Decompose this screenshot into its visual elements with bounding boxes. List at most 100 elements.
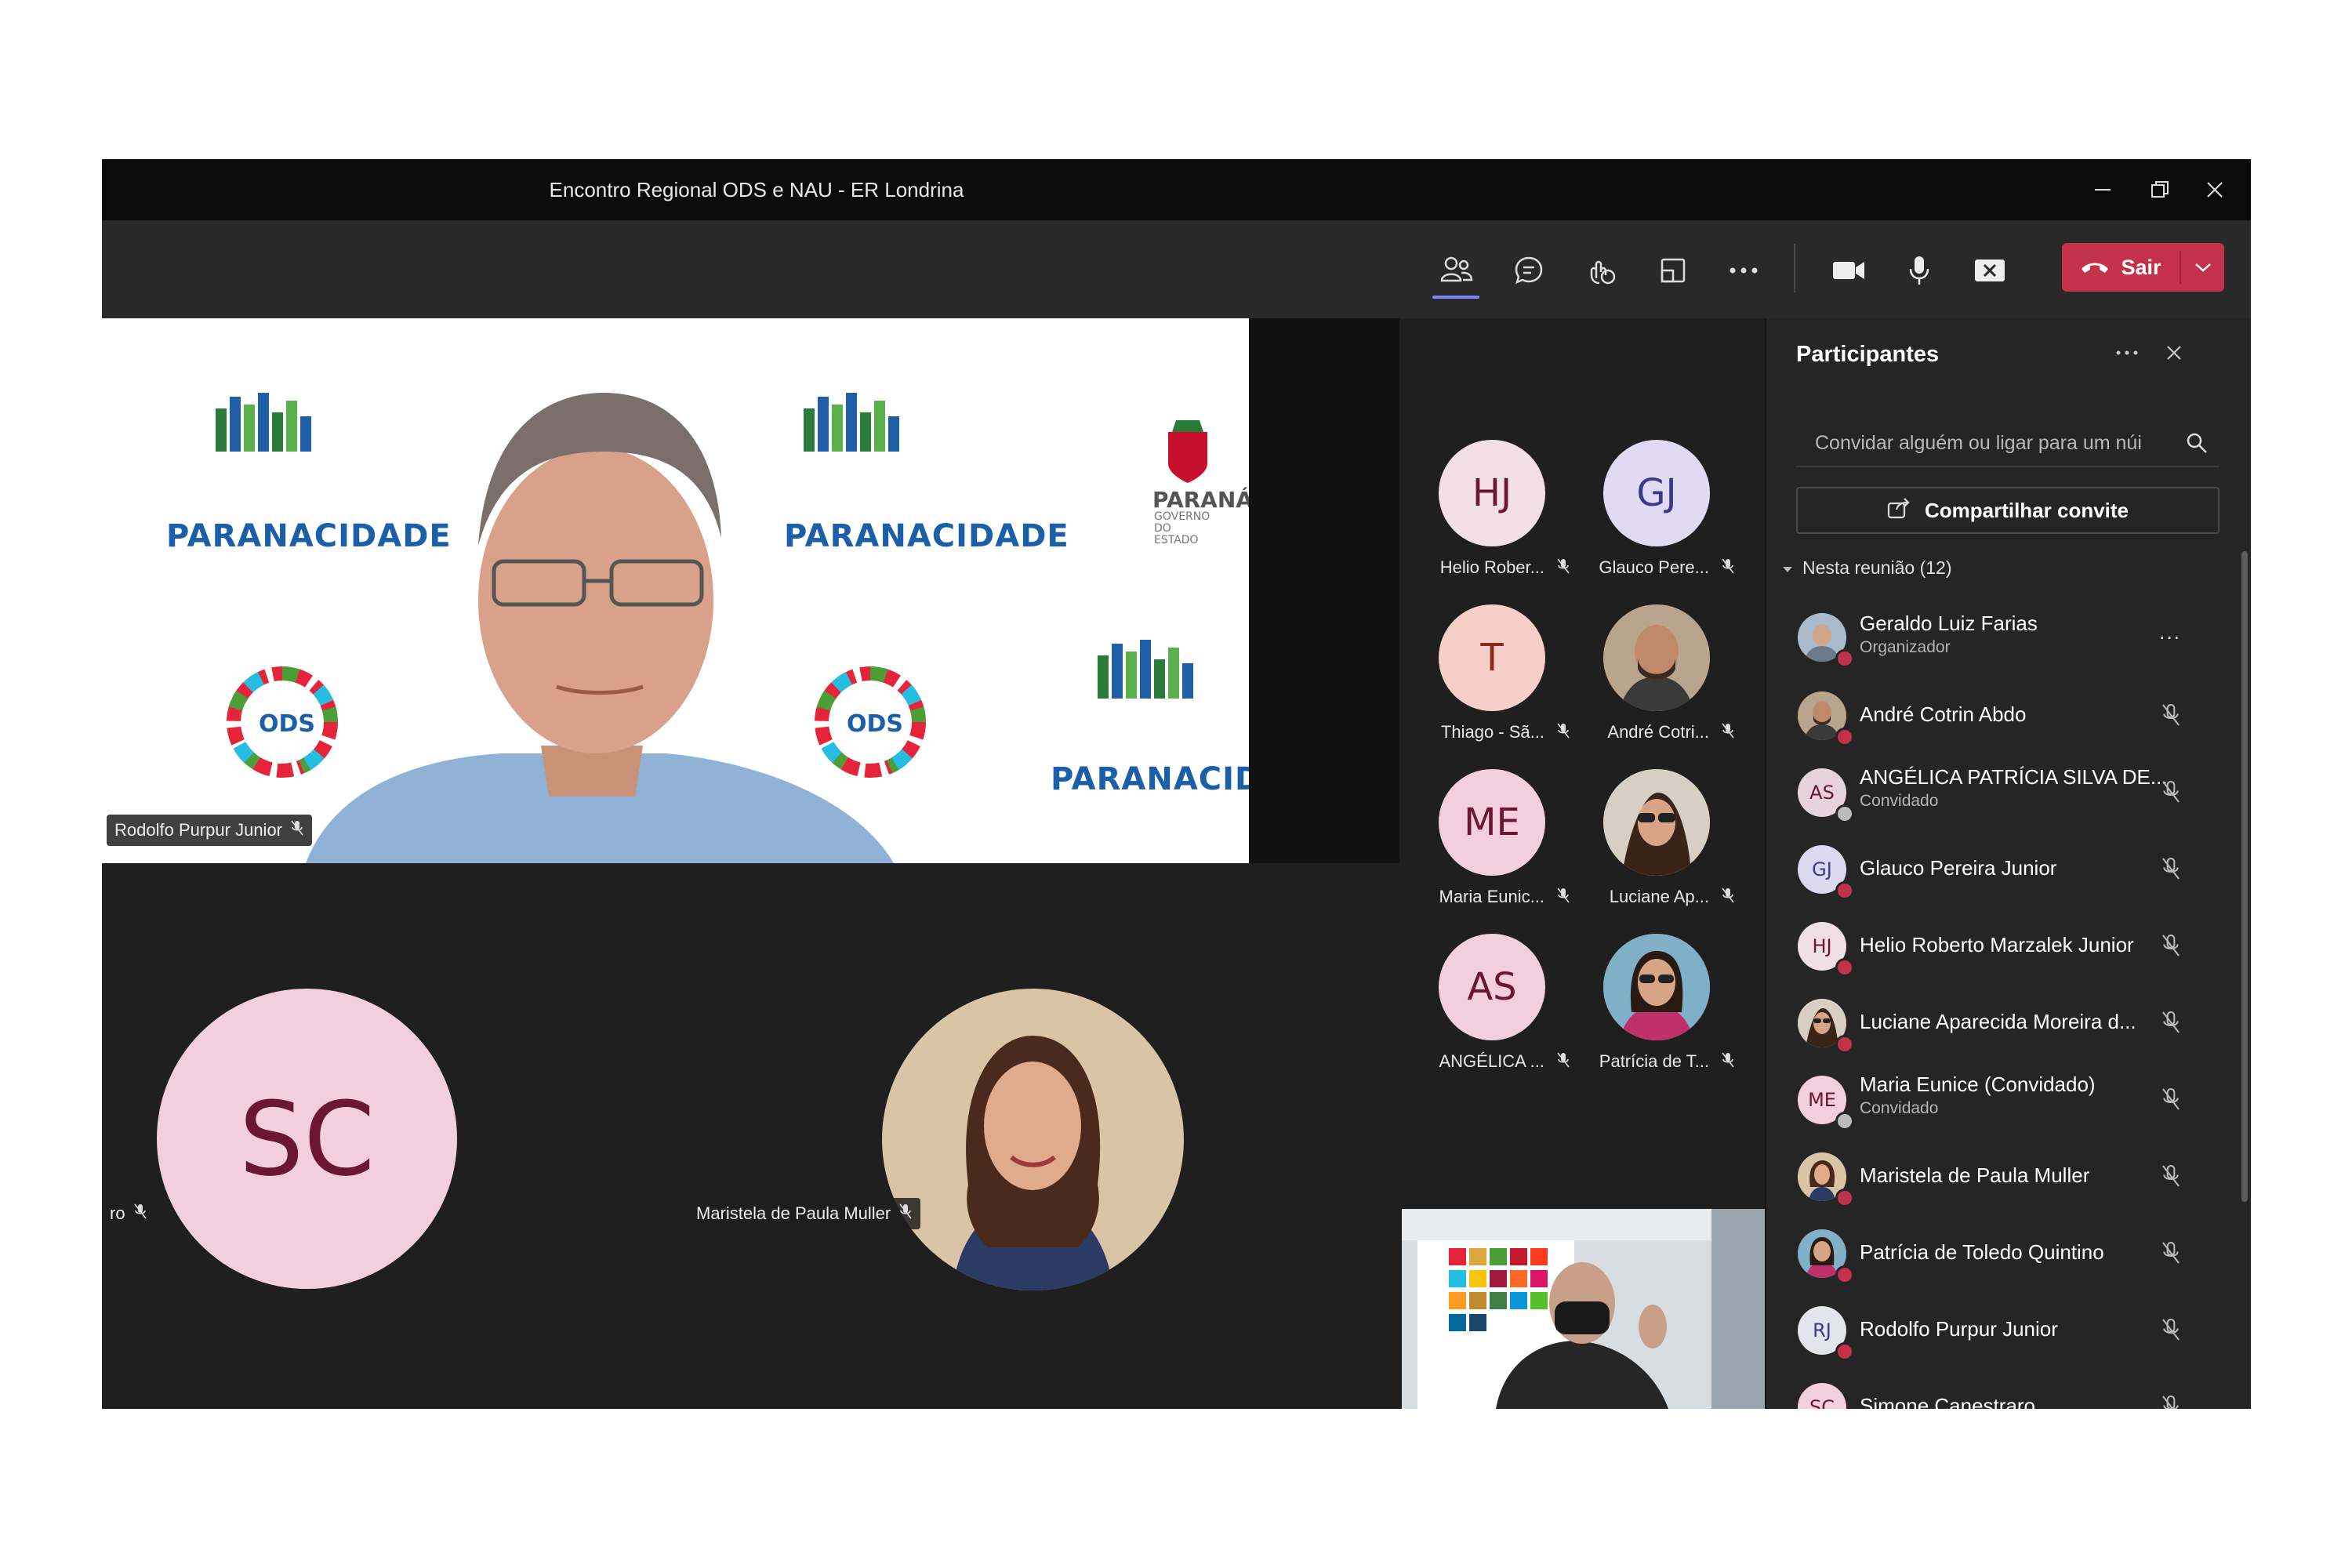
mic-off-icon[interactable] — [2161, 856, 2181, 885]
grid-tile[interactable]: AS ANGÉLICA ... — [1399, 934, 1580, 1098]
in-meeting-section-header[interactable]: Nesta reunião (12) — [1782, 557, 1952, 579]
mic-off-icon[interactable] — [2161, 1317, 2181, 1346]
paranacidade-logo-text-2: PARANACIDADE — [784, 518, 1069, 554]
minimize-icon[interactable] — [2083, 170, 2122, 209]
ods-label-1: ODS — [259, 710, 316, 738]
parana-coat-of-arms — [1168, 420, 1207, 483]
participant-list: Geraldo Luiz Farias Organizador ··· Andr… — [1766, 601, 2237, 1409]
participant-row[interactable]: SC Simone Canestraro — [1766, 1370, 2237, 1409]
grid-tile[interactable]: T Thiago - Sã... — [1399, 604, 1580, 769]
chevron-down-icon[interactable] — [2181, 243, 2224, 292]
participant-photo-maristela[interactable] — [882, 989, 1184, 1290]
share-screen-icon[interactable] — [1968, 249, 2012, 292]
participant-row[interactable]: AS ANGÉLICA PATRÍCIA SILVA DE... Convida… — [1766, 756, 2237, 831]
grid-avatar-photo — [1603, 604, 1710, 711]
layout-icon[interactable] — [1651, 249, 1695, 292]
status-dot — [1835, 881, 1854, 900]
title-bar: Encontro Regional ODS e NAU - ER Londrin… — [102, 159, 2251, 220]
participant-row[interactable]: Maristela de Paula Muller — [1766, 1140, 2237, 1215]
mic-off-icon[interactable] — [2161, 1394, 2181, 1409]
participant-row[interactable]: RJ Rodolfo Purpur Junior — [1766, 1294, 2237, 1369]
participant-name: Rodolfo Purpur Junior — [1860, 1317, 2058, 1341]
mic-off-icon[interactable] — [2161, 1163, 2181, 1192]
active-tab-indicator — [1432, 296, 1479, 299]
main-video-name: Rodolfo Purpur Junior — [114, 820, 283, 840]
avatar-initials: SC — [238, 1079, 376, 1199]
restore-icon[interactable] — [2140, 170, 2180, 209]
share-invite-button[interactable]: Compartilhar convite — [1796, 487, 2220, 534]
window-title: Encontro Regional ODS e NAU - ER Londrin… — [549, 178, 964, 201]
grid-tile[interactable]: André Cotri... — [1564, 604, 1744, 769]
governo-do-estado-text: GOVERNO DO ESTADO — [1154, 510, 1210, 546]
participant-row[interactable]: HJ Helio Roberto Marzalek Junior — [1766, 909, 2237, 985]
grid-tile[interactable]: ME Maria Eunic... — [1399, 769, 1580, 934]
participant-row[interactable]: Geraldo Luiz Farias Organizador ··· — [1766, 601, 2237, 676]
participant-name: Luciane Aparecida Moreira d... — [1860, 1010, 2136, 1033]
leave-main-button[interactable]: Sair — [2062, 243, 2180, 292]
camera-icon[interactable] — [1827, 249, 1871, 292]
mic-off-icon[interactable] — [2161, 1010, 2181, 1039]
status-dot — [1835, 1342, 1854, 1361]
paranacidade-logo-graphic-2 — [804, 393, 899, 452]
close-icon[interactable] — [2195, 170, 2234, 209]
participant-row[interactable]: Luciane Aparecida Moreira d... — [1766, 986, 2237, 1062]
participant-name: ANGÉLICA PATRÍCIA SILVA DE... — [1860, 765, 2168, 789]
grid-tile[interactable]: GJ Glauco Pere... — [1564, 440, 1744, 604]
microphone-icon[interactable] — [1897, 249, 1941, 292]
search-icon[interactable] — [2185, 431, 2209, 459]
participants-panel: Participantes Compartilhar convite Nesta… — [1765, 318, 2251, 1409]
mic-off-icon[interactable] — [2161, 702, 2181, 731]
grid-avatar: ME — [1439, 769, 1545, 876]
right-tile-name: Maristela de Paula Muller — [696, 1203, 891, 1223]
close-panel-icon[interactable] — [2158, 337, 2190, 368]
participants-icon[interactable] — [1435, 249, 1479, 292]
participant-name: Geraldo Luiz Farias — [1860, 612, 2038, 635]
participant-name: André Cotrin Abdo — [1860, 702, 2027, 726]
grid-name: Thiago - Sã... — [1440, 722, 1544, 742]
grid-tile[interactable]: HJ Helio Rober... — [1399, 440, 1580, 604]
grid-name: André Cotri... — [1607, 722, 1709, 742]
grid-avatar: T — [1439, 604, 1545, 711]
participant-role: Convidado — [1860, 792, 1939, 810]
panel-scrollbar[interactable] — [2241, 551, 2248, 1202]
chat-icon[interactable] — [1507, 249, 1551, 292]
mic-off-icon[interactable] — [2161, 779, 2181, 808]
mic-off-icon[interactable] — [2161, 933, 2181, 962]
mic-off-icon — [133, 1203, 147, 1225]
grid-tile[interactable]: Luciane Ap... — [1564, 769, 1744, 934]
mic-off-icon — [1721, 557, 1735, 579]
participant-row[interactable]: Patrícia de Toledo Quintino — [1766, 1217, 2237, 1292]
participant-name: Patrícia de Toledo Quintino — [1860, 1240, 2104, 1264]
leave-button[interactable]: Sair — [2062, 243, 2224, 292]
teams-meeting-window: Encontro Regional ODS e NAU - ER Londrin… — [102, 159, 2251, 1409]
participant-row[interactable]: ME Maria Eunice (Convidado) Convidado — [1766, 1063, 2237, 1138]
toolbar-separator — [1794, 244, 1795, 292]
participant-avatar-sc[interactable]: SC — [157, 989, 457, 1289]
status-dot — [1835, 1265, 1854, 1284]
reactions-icon[interactable] — [1579, 249, 1623, 292]
mic-off-icon[interactable] — [2161, 1240, 2181, 1269]
grid-name: Glauco Pere... — [1599, 557, 1709, 577]
participant-name: Glauco Pereira Junior — [1860, 856, 2057, 880]
main-video-tile[interactable]: PARANACIDADE PARANACIDADE PARANACIDADE O… — [102, 318, 1249, 863]
self-view-video[interactable] — [1402, 1209, 1766, 1409]
participant-row[interactable]: André Cotrin Abdo — [1766, 679, 2237, 754]
invite-search[interactable] — [1796, 422, 2220, 467]
more-options-icon[interactable] — [2111, 337, 2143, 368]
left-tile-name: ro — [110, 1203, 125, 1223]
more-icon[interactable]: ··· — [2158, 624, 2180, 649]
invite-search-input[interactable] — [1796, 422, 2165, 464]
status-dot — [1835, 1189, 1854, 1207]
more-icon[interactable] — [1722, 249, 1766, 292]
self-view-feed — [1402, 1209, 1766, 1409]
mic-off-icon[interactable] — [2161, 1087, 2181, 1116]
participant-row[interactable]: GJ Glauco Pereira Junior — [1766, 833, 2237, 908]
grid-avatar-photo — [1603, 769, 1710, 876]
status-dot — [1835, 728, 1854, 746]
video-letterbox — [1249, 318, 1399, 863]
mic-off-icon — [1721, 722, 1735, 743]
participant-role: Organizador — [1860, 638, 1951, 656]
grid-avatar: AS — [1439, 934, 1545, 1040]
status-dot — [1835, 804, 1854, 823]
grid-tile[interactable]: Patrícia de T... — [1564, 934, 1744, 1098]
